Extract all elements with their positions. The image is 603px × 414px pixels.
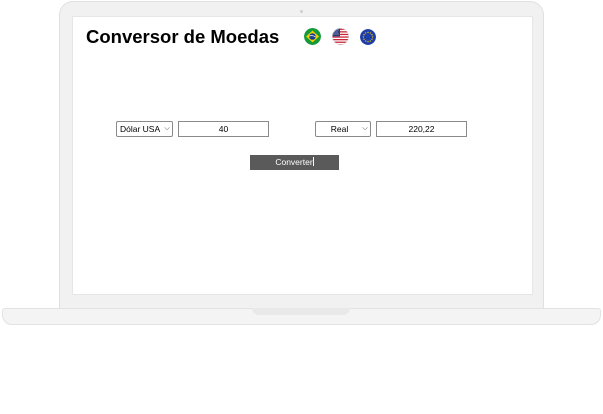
convert-button-label: Converter (275, 157, 313, 167)
to-currency-value: Real (330, 124, 349, 134)
from-currency-select[interactable]: Dólar USA ⌵ (116, 121, 173, 137)
from-currency-value: Dólar USA (120, 124, 161, 134)
brazil-flag-icon[interactable] (304, 28, 321, 45)
to-currency-select[interactable]: Real ⌵ (315, 121, 371, 137)
text-cursor (312, 157, 314, 166)
page-title: Conversor de Moedas (86, 26, 280, 47)
eu-flag-icon[interactable] (360, 29, 376, 45)
chevron-down-icon: ⌵ (164, 125, 170, 132)
chevron-down-icon: ⌵ (362, 125, 368, 132)
from-amount-input[interactable]: 40 (178, 121, 269, 137)
laptop-notch (252, 308, 350, 315)
to-amount-output[interactable]: 220,22 (376, 121, 467, 137)
convert-button[interactable]: Converter (250, 155, 339, 170)
usa-flag-icon[interactable] (332, 28, 349, 45)
camera-dot (300, 10, 303, 13)
laptop-screen: Conversor de Moedas Dólar USA ⌵ 40 Real … (72, 16, 533, 295)
